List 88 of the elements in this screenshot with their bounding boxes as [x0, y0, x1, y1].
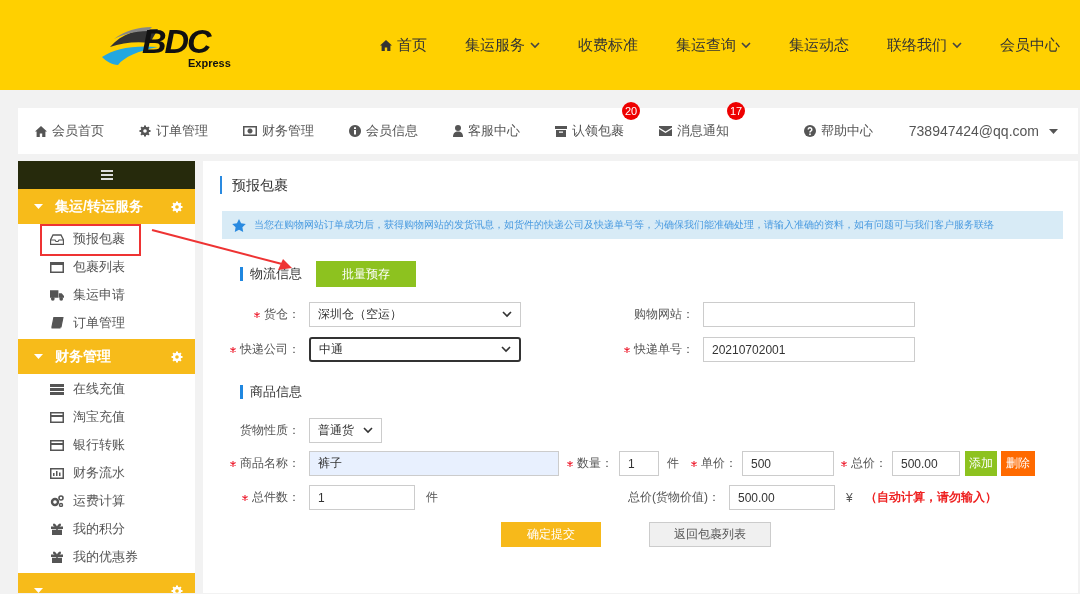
- sidebar-item[interactable]: 运费计算: [18, 487, 195, 515]
- nav-link[interactable]: 集运动态: [789, 35, 849, 55]
- sidebar-item[interactable]: 包裹列表: [18, 253, 195, 281]
- star-icon: [232, 218, 246, 232]
- dropdown-field[interactable]: 中通: [309, 337, 521, 362]
- info-icon: [349, 125, 361, 137]
- field-label: 快递公司：: [240, 341, 300, 358]
- count-badge: 20: [622, 102, 640, 120]
- member-nav-link[interactable]: 客服中心: [453, 122, 520, 140]
- count-badge: 17: [727, 102, 745, 120]
- input-field[interactable]: 20210702001: [703, 337, 915, 362]
- home-icon: [35, 125, 47, 137]
- field-label: 快递单号：: [634, 341, 694, 358]
- gear-icon: [171, 200, 183, 213]
- nav-link[interactable]: 联络我们: [887, 35, 962, 55]
- field-label: 总价(货物价值)：: [628, 489, 720, 506]
- help-link[interactable]: 帮助中心: [803, 122, 873, 140]
- dropdown-field[interactable]: 普通货: [309, 418, 382, 443]
- page-title: 预报包裹: [220, 176, 1063, 194]
- caret-icon: [1049, 128, 1058, 134]
- field-label: 商品名称：: [240, 455, 300, 472]
- input-field[interactable]: 1: [309, 485, 415, 510]
- nav-link[interactable]: 集运查询: [676, 35, 751, 55]
- envelope-icon: [659, 126, 672, 136]
- chevron-icon: [363, 427, 373, 434]
- logo-subtext: Express: [188, 57, 231, 69]
- input-field[interactable]: 500: [742, 451, 834, 476]
- gear-icon: [171, 584, 183, 593]
- menu-icon: [100, 170, 113, 180]
- sidebar-item[interactable]: 在线充值: [18, 375, 195, 403]
- account-menu[interactable]: 738947424@qq.com: [908, 123, 1058, 139]
- input-field[interactable]: 500.00: [892, 451, 960, 476]
- nav-link[interactable]: 会员中心: [1000, 35, 1060, 55]
- dropdown-field[interactable]: 深圳仓（空运）: [309, 302, 521, 327]
- nav-link[interactable]: 集运服务: [465, 35, 540, 55]
- truck-icon: [50, 289, 64, 301]
- tray-icon: [50, 233, 64, 245]
- sidebar-item[interactable]: 财务流水: [18, 459, 195, 487]
- card-stack-icon: [50, 383, 64, 395]
- input-field[interactable]: [703, 302, 915, 327]
- sidebar-item[interactable]: 淘宝充值: [18, 403, 195, 431]
- sidebar-item[interactable]: 银行转账: [18, 431, 195, 459]
- currency-symbol: ¥: [846, 490, 853, 505]
- archive-icon: [555, 125, 567, 137]
- section-heading: 商品信息: [240, 385, 302, 399]
- nav-link[interactable]: 首页: [380, 35, 427, 55]
- member-nav-link[interactable]: 会员信息: [349, 122, 418, 140]
- home-icon: [380, 39, 392, 51]
- user-icon: [453, 125, 463, 137]
- back-button[interactable]: 返回包裹列表: [649, 522, 771, 547]
- member-nav-link[interactable]: 财务管理: [243, 122, 314, 140]
- card-icon: [50, 411, 64, 423]
- unit-label: 件: [426, 489, 438, 506]
- field-label: 货仓：: [264, 306, 300, 323]
- banknote-icon: [243, 126, 257, 136]
- notice-banner: 当您在购物网站订单成功后，获得购物网站的发货讯息，如货件的快递公司及快递单号等，为确保我们能准确处理，请输入准确的资料，如有问题可与我们客户服务联络: [222, 211, 1063, 239]
- help-icon: [803, 125, 816, 137]
- field-label: 总价：: [851, 455, 887, 472]
- input-field[interactable]: 1: [619, 451, 659, 476]
- field-label: 数量：: [577, 455, 613, 472]
- menu-toggle[interactable]: [18, 161, 195, 189]
- window-icon: [50, 261, 64, 273]
- sidebar-item[interactable]: 集运申请: [18, 281, 195, 309]
- input-field[interactable]: 500.00: [729, 485, 835, 510]
- sidebar-item[interactable]: 订单管理: [18, 309, 195, 337]
- member-nav-link[interactable]: 会员首页: [35, 122, 104, 140]
- gear-icon: [139, 125, 151, 137]
- book-icon: [50, 317, 64, 329]
- field-label: 购物网站：: [634, 306, 694, 323]
- chevron-icon: [501, 346, 511, 353]
- field-label: 货物性质：: [240, 422, 300, 439]
- chart-icon: [50, 467, 64, 479]
- field-label: 总件数：: [252, 489, 300, 506]
- field-label: 单价：: [701, 455, 737, 472]
- sidebar-item[interactable]: 我的优惠券: [18, 543, 195, 571]
- member-nav-link[interactable]: 订单管理: [139, 122, 208, 140]
- nav-link[interactable]: 收费标准: [578, 35, 638, 55]
- sidebar-item[interactable]: 预报包裹: [18, 225, 195, 253]
- auto-calc-note: （自动计算，请勿输入）: [864, 489, 997, 506]
- sidebar-item[interactable]: 我的积分: [18, 515, 195, 543]
- unit-label: 件: [667, 455, 679, 472]
- gift-icon: [50, 523, 64, 535]
- gears-icon: [50, 495, 64, 507]
- gift-icon: [50, 551, 64, 563]
- card-icon: [50, 439, 64, 451]
- input-field[interactable]: 裤子: [309, 451, 559, 476]
- chevron-icon: [502, 311, 512, 318]
- gear-icon: [171, 350, 183, 363]
